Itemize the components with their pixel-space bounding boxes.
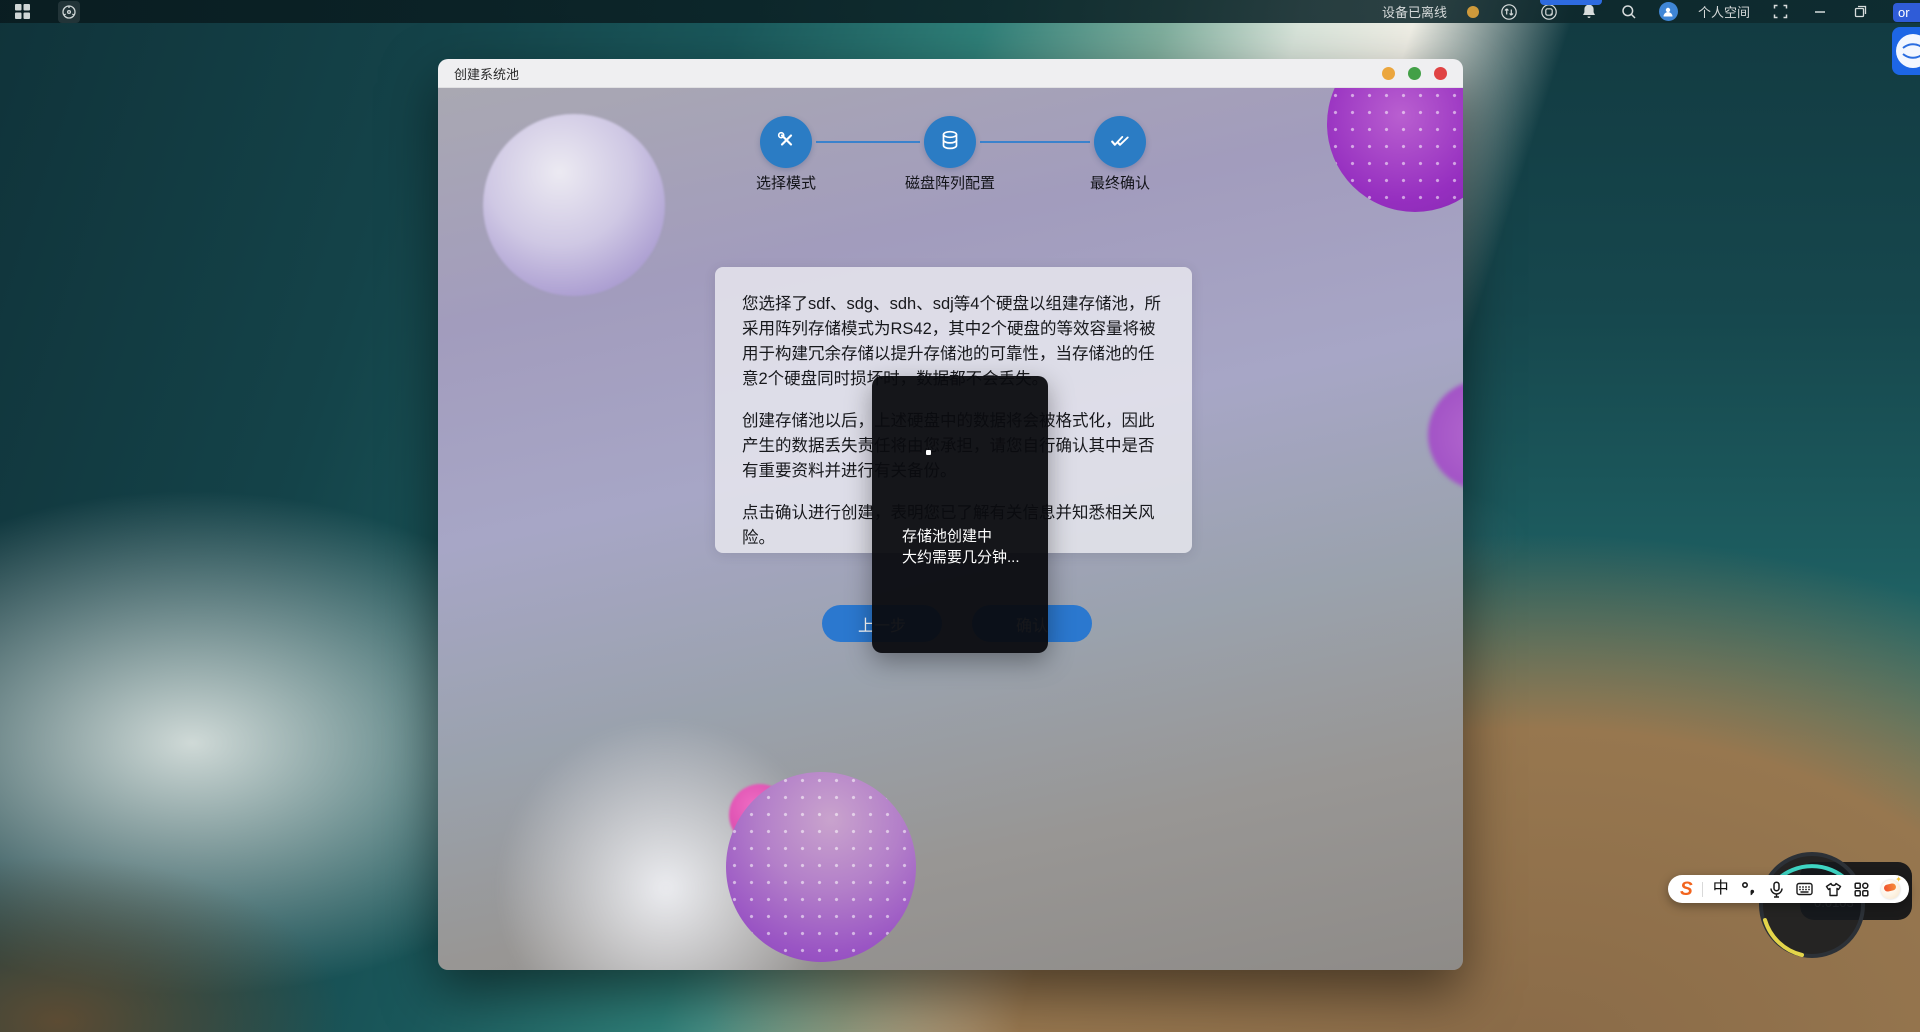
disk-array-icon [938,128,962,157]
toolbox-grid-icon[interactable] [1852,880,1871,899]
user-space-label[interactable]: 个人空间 [1698,2,1750,21]
step-disk-array-config[interactable] [924,116,976,168]
tools-icon [774,128,798,157]
assistant-float-button[interactable] [1892,27,1920,75]
assistant-tab-label: or [1898,5,1910,20]
user-avatar[interactable] [1659,2,1678,21]
loading-spinner-icon [926,450,931,455]
dialog-title: 创建系统池 [454,64,519,83]
ime-language-mode-button[interactable]: 中 [1713,881,1729,897]
double-check-icon [1108,128,1132,157]
decor-sphere-dotted-top [1327,88,1463,212]
decor-sphere-soft [483,114,665,296]
decor-sphere-right [1428,380,1463,490]
decor-sphere-dotted-bottom [726,772,916,962]
skin-theme-icon[interactable] [1824,880,1843,899]
search-icon[interactable] [1619,2,1639,22]
step-connector-1 [816,141,920,143]
maximize-traffic-button[interactable] [1408,67,1421,80]
system-monitor-widget[interactable] [1757,850,1867,960]
device-status-text: 设备已离线 [1382,2,1447,21]
assistant-tab[interactable]: or [1893,3,1920,22]
step-label-disk-array: 磁盘阵列配置 [905,172,995,193]
step-final-confirm[interactable] [1094,116,1146,168]
transfer-icon[interactable] [1499,2,1519,22]
step-label-final-confirm: 最终确认 [1090,172,1150,193]
ime-separator [1702,882,1703,897]
fullscreen-icon[interactable] [1770,2,1790,22]
step-label-select-mode: 选择模式 [756,172,816,193]
system-top-bar: 设备已离线 个人空间 [0,0,1920,23]
dialog-titlebar[interactable]: 创建系统池 [438,59,1463,88]
ime-logo[interactable]: S [1680,880,1693,899]
minimize-traffic-button[interactable] [1382,67,1395,80]
workspace-icon[interactable] [58,1,80,23]
creating-pool-toast: 存储池创建中 大约需要几分钟... [872,376,1048,653]
step-connector-2 [980,141,1090,143]
minimize-icon[interactable] [1810,2,1830,22]
assistant-logo-icon [1896,34,1920,68]
voice-input-icon[interactable] [1767,880,1786,899]
launcher-grid-icon[interactable] [12,2,32,22]
toast-line-2: 大约需要几分钟... [902,547,1020,568]
maximize-icon[interactable] [1850,2,1870,22]
toast-line-1: 存储池创建中 [902,526,1020,547]
step-select-mode[interactable] [760,116,812,168]
status-dot-icon [1467,6,1479,18]
soft-keyboard-icon[interactable] [1795,880,1814,899]
emoji-sticker-icon[interactable] [1881,880,1900,899]
notification-sliver [1540,0,1602,5]
close-traffic-button[interactable] [1434,67,1447,80]
ime-toolbar: S 中 [1668,875,1909,903]
punctuation-mode-icon[interactable] [1738,880,1757,899]
